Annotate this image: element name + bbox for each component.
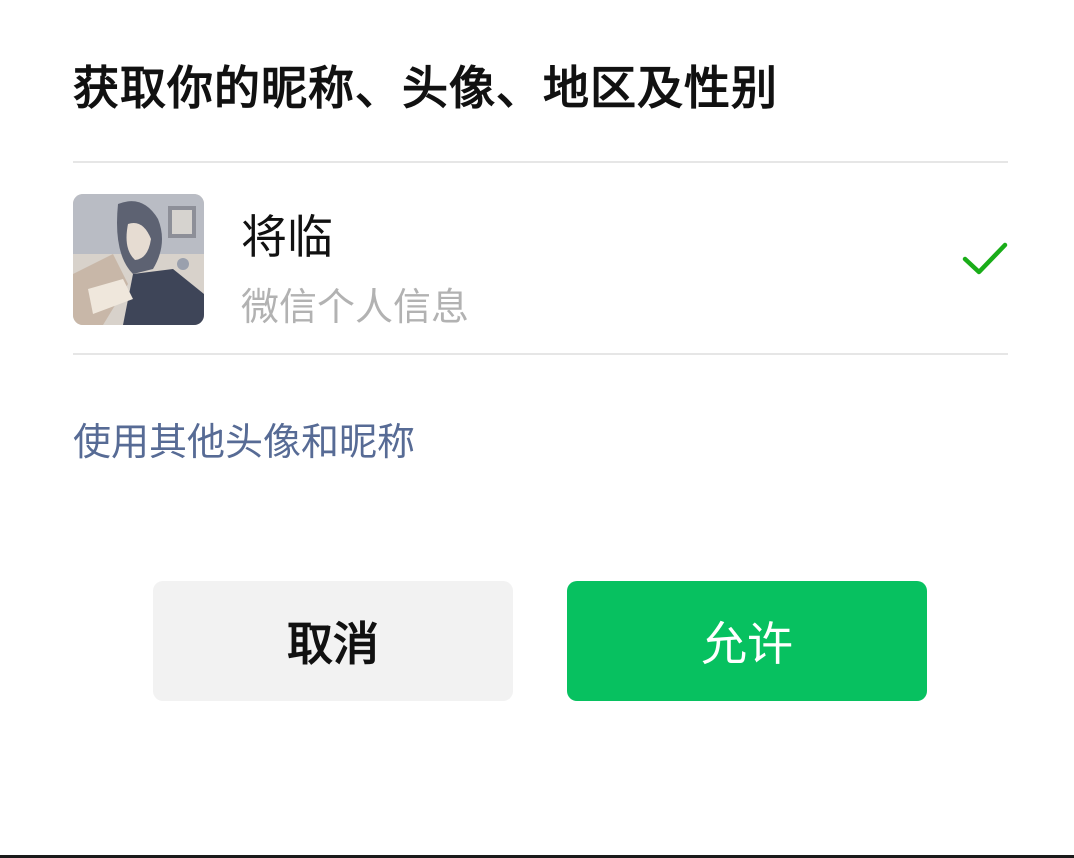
account-option-row[interactable]: 将临 微信个人信息 bbox=[73, 163, 1008, 353]
checkmark-icon bbox=[962, 242, 1008, 275]
use-other-profile-link[interactable]: 使用其他头像和昵称 bbox=[73, 411, 415, 466]
allow-button[interactable]: 允许 bbox=[567, 581, 927, 701]
nickname: 将临 bbox=[241, 210, 333, 264]
cancel-button[interactable]: 取消 bbox=[153, 581, 513, 701]
profile-source-label: 微信个人信息 bbox=[241, 285, 470, 329]
avatar bbox=[73, 194, 204, 325]
dialog-title: 获取你的昵称、头像、地区及性别 bbox=[73, 61, 778, 115]
divider-bottom bbox=[73, 353, 1008, 355]
authorization-sheet: 获取你的昵称、头像、地区及性别 将临 微信个人信息 使用其他头像和昵称 取消 允… bbox=[0, 0, 1074, 858]
